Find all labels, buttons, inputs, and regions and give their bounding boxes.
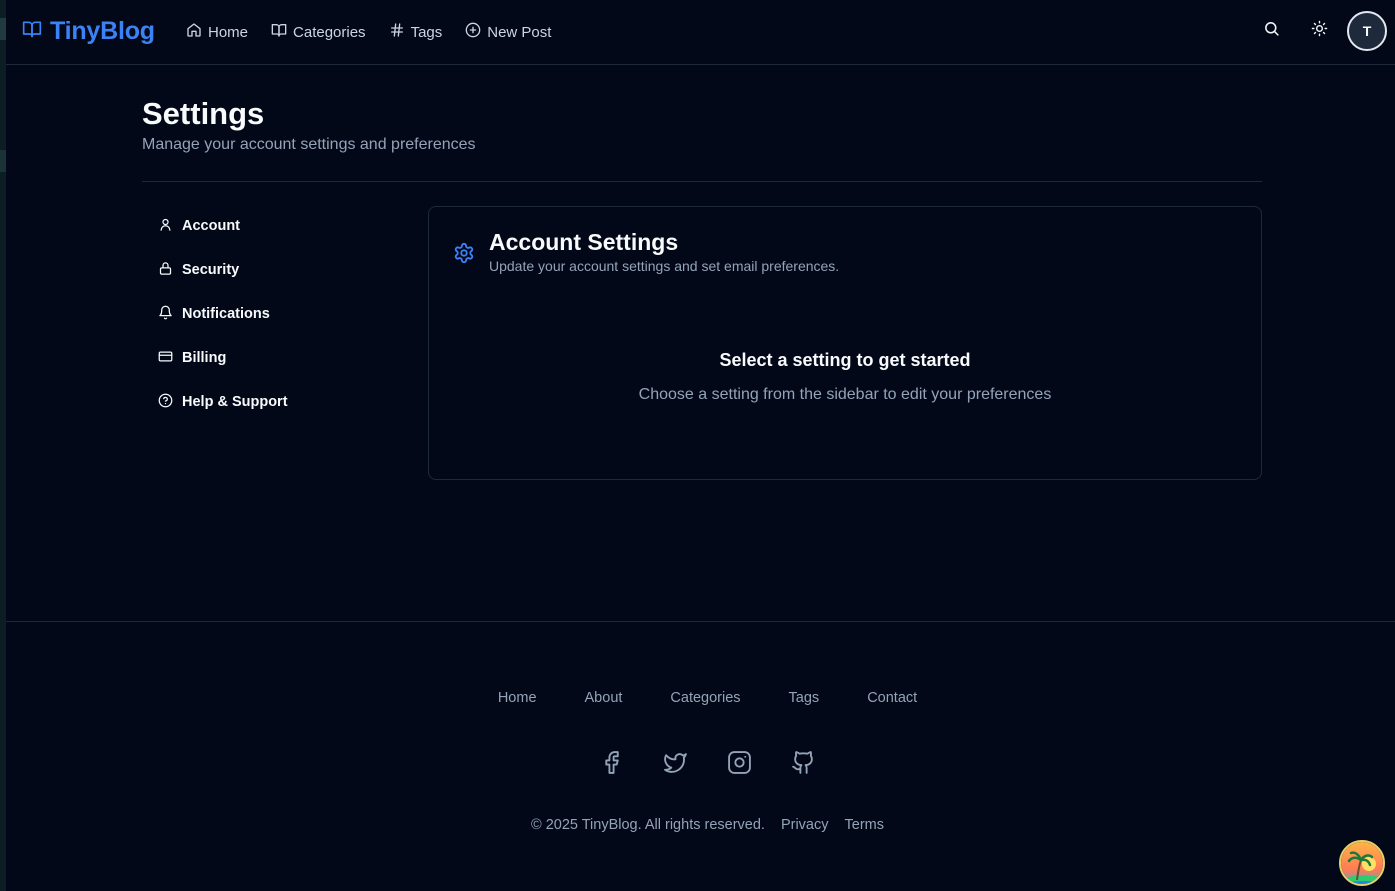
search-button[interactable] [1251, 11, 1291, 51]
account-settings-card: Account Settings Update your account set… [428, 206, 1262, 480]
divider [142, 181, 1262, 182]
github-icon[interactable] [791, 750, 816, 775]
footer-link-contact[interactable]: Contact [867, 690, 917, 706]
card-description: Update your account settings and set ema… [489, 258, 840, 274]
search-icon [1263, 20, 1280, 42]
sidebar-item-label: Security [182, 262, 240, 278]
floating-assistant-badge[interactable] [1339, 840, 1385, 886]
home-icon [186, 22, 202, 42]
privacy-link[interactable]: Privacy [781, 817, 829, 833]
sidebar-item-label: Help & Support [182, 394, 288, 410]
user-icon [158, 217, 173, 236]
user-avatar-button[interactable]: T [1347, 11, 1387, 51]
nav-label: New Post [487, 23, 552, 41]
facebook-icon[interactable] [599, 750, 624, 775]
header-actions: T [1251, 11, 1387, 51]
footer-link-about[interactable]: About [585, 690, 623, 706]
book-open-icon [271, 22, 287, 42]
terms-link[interactable]: Terms [845, 817, 884, 833]
lock-icon [158, 261, 173, 280]
bell-icon [158, 305, 173, 324]
sidebar-item-label: Account [182, 218, 240, 234]
avatar-initial: T [1362, 23, 1372, 39]
sidebar-item-billing[interactable]: Billing [142, 338, 402, 378]
gear-icon [453, 242, 475, 269]
card-title: Account Settings [489, 229, 679, 255]
theme-toggle-button[interactable] [1299, 11, 1339, 51]
sun-icon [1311, 20, 1328, 42]
site-footer: Home About Categories Tags Contact © 202… [6, 621, 1395, 891]
social-links [13, 750, 1395, 775]
page-subtitle: Manage your account settings and prefere… [142, 136, 476, 153]
footer-link-home[interactable]: Home [498, 690, 537, 706]
footer-bottom: © 2025 TinyBlog. All rights reserved. Pr… [13, 817, 1395, 833]
nav-item-home[interactable]: Home [186, 22, 248, 42]
brand-logo-link[interactable]: TinyBlog [22, 17, 155, 46]
book-open-icon [22, 19, 42, 44]
footer-link-tags[interactable]: Tags [789, 690, 820, 706]
sidebar-item-label: Billing [182, 350, 227, 366]
sidebar-item-account[interactable]: Account [142, 206, 402, 246]
main-nav: Home Categories Tags New Post [186, 22, 551, 42]
footer-link-categories[interactable]: Categories [670, 690, 740, 706]
nav-label: Categories [293, 23, 366, 41]
page-title: Settings [142, 96, 265, 131]
sidebar-item-security[interactable]: Security [142, 250, 402, 290]
nav-label: Tags [410, 23, 443, 41]
sidebar-item-notifications[interactable]: Notifications [142, 294, 402, 334]
nav-item-categories[interactable]: Categories [271, 22, 366, 42]
empty-state-description: Choose a setting from the sidebar to edi… [638, 386, 1052, 403]
app-window: TinyBlog Home Categories Tags New Post T… [6, 0, 1395, 891]
plus-circle-icon [465, 22, 481, 42]
brand-name: TinyBlog [50, 17, 155, 45]
nav-label: Home [208, 23, 249, 41]
footer-links: Home About Categories Tags Contact [13, 690, 1395, 706]
sidebar-item-help-support[interactable]: Help & Support [142, 382, 402, 422]
instagram-icon[interactable] [727, 750, 752, 775]
credit-card-icon [158, 349, 173, 368]
hash-icon [389, 22, 405, 42]
nav-item-tags[interactable]: Tags [389, 22, 443, 42]
twitter-icon[interactable] [663, 750, 688, 775]
sidebar-item-label: Notifications [182, 306, 270, 322]
empty-state-title: Select a setting to get started [719, 350, 971, 370]
top-header: TinyBlog Home Categories Tags New Post T [6, 0, 1395, 65]
nav-item-new-post[interactable]: New Post [465, 22, 551, 42]
copyright-text: © 2025 TinyBlog. All rights reserved. [531, 817, 765, 833]
settings-sidebar: Account Security Notifications Billing H… [142, 206, 402, 426]
help-circle-icon [158, 393, 173, 412]
